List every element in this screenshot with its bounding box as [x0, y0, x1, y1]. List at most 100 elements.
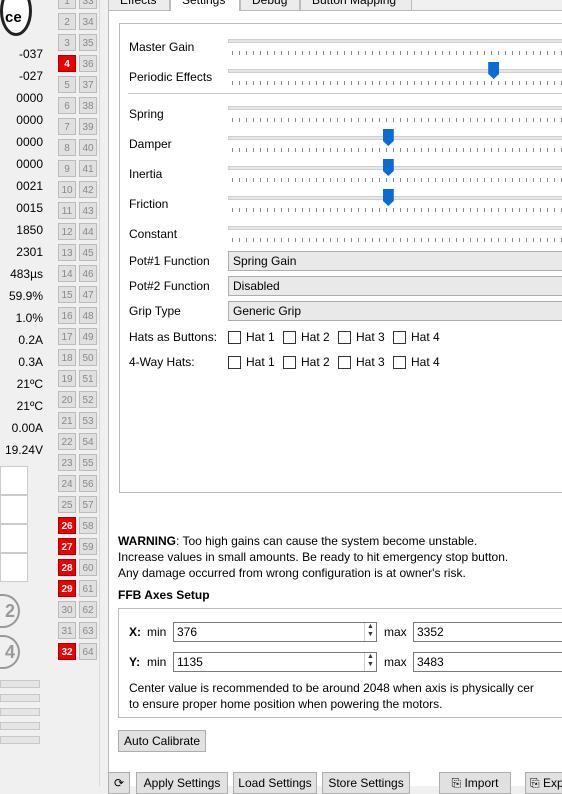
button-state-grid: 1 33 2 34 3 35 4 36 5 37 6 38 7 39 8 40 9 41 10 42 11 43 12 44 1… [46, 0, 100, 786]
button-state-33: 33 [79, 0, 97, 9]
hats_buttons-checkbox-1[interactable] [228, 331, 241, 344]
hats_buttons-checkbox-3[interactable] [338, 331, 351, 344]
spin-arrows-icon[interactable]: ▲ ▼ [364, 623, 376, 641]
pot1-function-select[interactable]: Spring Gain [228, 251, 562, 271]
telemetry-value: 2301 [16, 245, 43, 259]
tab-settings[interactable]: Settings [170, 0, 240, 11]
hats_4way-checkbox-4[interactable] [393, 356, 406, 369]
telemetry-panel: ce -037 -027 0000 0000 0000 0000 0021 0015 1850 2… [0, 0, 46, 786]
button-state-32: 32 [58, 643, 76, 660]
slider-label-1: Periodic Effects [129, 70, 213, 84]
button-state-37: 37 [79, 76, 97, 93]
tab-button-mapping[interactable]: Button Mapping [300, 0, 412, 10]
slider-track [228, 136, 562, 140]
grip-type-select[interactable]: Generic Grip [228, 301, 562, 321]
hats_4way-label-4: Hat 4 [411, 355, 440, 369]
telemetry-value: 0021 [16, 179, 43, 193]
button-state-31: 31 [58, 622, 76, 639]
button-state-63: 63 [79, 622, 97, 639]
telemetry-value: 0000 [16, 157, 43, 171]
level-bar [0, 680, 40, 688]
store-settings-button[interactable]: Store Settings [322, 772, 410, 794]
hats_4way-label-3: Hat 3 [356, 355, 385, 369]
grip-type-label: Grip Type [129, 304, 181, 318]
axis-max-label-1: max [384, 655, 407, 669]
auto-calibrate-button[interactable]: Auto Calibrate [118, 730, 206, 752]
button-state-60: 60 [79, 559, 97, 576]
telemetry-value: 483µs [10, 267, 43, 281]
level-bar [0, 736, 40, 744]
hats_buttons-label-1: Hat 1 [246, 330, 275, 344]
button-state-28: 28 [58, 559, 76, 576]
refresh-icon: ⟳ [113, 776, 125, 790]
slider-ticks [232, 51, 562, 55]
indicator-box [0, 553, 28, 582]
button-state-12: 12 [58, 223, 76, 240]
button-state-56: 56 [79, 475, 97, 492]
button-state-39: 39 [79, 118, 97, 135]
hats_4way-checkbox-3[interactable] [338, 356, 351, 369]
button-state-21: 21 [58, 412, 76, 429]
separator [128, 93, 562, 94]
export-icon: ⎘ [530, 776, 543, 790]
refresh-button[interactable]: ⟳ [108, 772, 130, 794]
telemetry-value: 1.0% [15, 311, 43, 325]
warning-text: : Too high gains can cause the system be… [176, 534, 478, 548]
tab-debug[interactable]: Debug [240, 0, 300, 10]
hats_buttons-checkbox-2[interactable] [283, 331, 296, 344]
button-state-18: 18 [58, 349, 76, 366]
load-settings-button[interactable]: Load Settings [233, 772, 317, 794]
button-state-46: 46 [79, 265, 97, 282]
hats_buttons-checkbox-4[interactable] [393, 331, 406, 344]
button-state-1: 1 [58, 0, 76, 9]
button-state-64: 64 [79, 643, 97, 660]
button-state-6: 6 [58, 97, 76, 114]
hats_4way-checkbox-2[interactable] [283, 356, 296, 369]
tab-effects[interactable]: Effects [108, 0, 170, 10]
button-state-17: 17 [58, 328, 76, 345]
slider-label-5: Friction [129, 197, 169, 211]
warning-line-3: Any damage occurred from wrong configura… [118, 566, 466, 580]
hats_4way-label-2: Hat 2 [301, 355, 330, 369]
axis-min-input-1[interactable]: 1135 ▲ ▼ [173, 652, 377, 672]
button-state-14: 14 [58, 265, 76, 282]
ffb-axes-title: FFB Axes Setup [118, 588, 210, 602]
button-state-11: 11 [58, 202, 76, 219]
axis-max-input-0[interactable]: 3352 [413, 622, 562, 642]
hats-as-buttons-label: Hats as Buttons: [129, 330, 218, 344]
button-state-24: 24 [58, 475, 76, 492]
button-state-10: 10 [58, 181, 76, 198]
button-state-57: 57 [79, 496, 97, 513]
hat-indicator-2: 2 [0, 594, 20, 628]
axis-max-input-1[interactable]: 3483 [413, 652, 562, 672]
warning-line-1: WARNING: Too high gains can cause the sy… [118, 534, 477, 548]
button-state-13: 13 [58, 244, 76, 261]
pot2-label: Pot#2 Function [129, 279, 210, 293]
button-state-9: 9 [58, 160, 76, 177]
button-state-41: 41 [79, 160, 97, 177]
four-way-hats-label: 4-Way Hats: [129, 355, 195, 369]
export-button[interactable]: ⎘ Exp [525, 772, 562, 794]
hats_buttons-label-4: Hat 4 [411, 330, 440, 344]
import-button[interactable]: ⎘ Import [439, 772, 511, 794]
button-state-23: 23 [58, 454, 76, 471]
pot2-function-select[interactable]: Disabled [228, 276, 562, 296]
button-state-8: 8 [58, 139, 76, 156]
button-state-62: 62 [79, 601, 97, 618]
apply-settings-button[interactable]: Apply Settings [136, 772, 228, 794]
button-state-61: 61 [79, 580, 97, 597]
button-state-44: 44 [79, 223, 97, 240]
axis-min-input-0[interactable]: 376 ▲ ▼ [173, 622, 377, 642]
level-bar [0, 722, 40, 730]
slider-track [228, 69, 562, 73]
button-state-58: 58 [79, 517, 97, 534]
telemetry-value: 0000 [16, 135, 43, 149]
telemetry-value: 0.00A [11, 421, 43, 435]
button-state-15: 15 [58, 286, 76, 303]
indicator-box [0, 524, 28, 553]
axis-max-label-0: max [384, 625, 407, 639]
slider-track [228, 39, 562, 43]
spin-arrows-icon[interactable]: ▲ ▼ [364, 653, 376, 671]
hats_4way-checkbox-1[interactable] [228, 356, 241, 369]
slider-track [228, 226, 562, 230]
